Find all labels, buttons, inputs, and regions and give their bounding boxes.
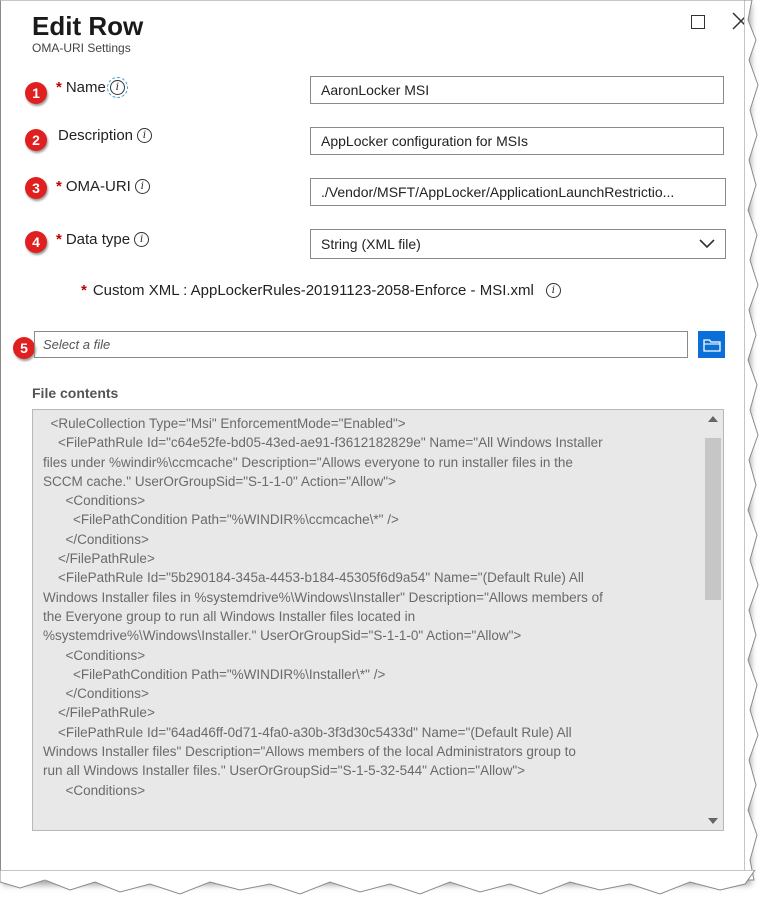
required-marker: *	[56, 79, 62, 96]
browse-file-button[interactable]	[698, 331, 725, 358]
data-type-label-row: * Data type i	[56, 231, 150, 248]
required-marker: *	[56, 178, 62, 195]
description-label: Description	[58, 127, 134, 144]
torn-edge-decoration	[744, 0, 759, 881]
oma-uri-label: OMA-URI	[65, 178, 131, 195]
data-type-label: Data type	[65, 231, 131, 248]
page-subtitle: OMA-URI Settings	[32, 41, 131, 55]
name-input[interactable]: AaronLocker MSI	[310, 76, 724, 104]
chevron-down-icon	[699, 239, 715, 249]
folder-icon	[702, 338, 721, 352]
scroll-down-icon[interactable]	[708, 818, 718, 824]
data-type-select[interactable]: String (XML file)	[310, 229, 726, 259]
custom-xml-label-row: * Custom XML : AppLockerRules-20191123-2…	[81, 282, 561, 299]
step-badge-3: 3	[25, 177, 47, 199]
file-select-input[interactable]: Select a file	[34, 331, 688, 358]
data-type-value: String (XML file)	[321, 236, 421, 252]
scrollbar-thumb[interactable]	[705, 438, 721, 600]
step-badge-2: 2	[25, 129, 47, 151]
scroll-up-icon[interactable]	[708, 416, 718, 422]
file-contents-textarea[interactable]: <RuleCollection Type="Msi" EnforcementMo…	[32, 409, 724, 831]
maximize-icon[interactable]	[691, 15, 705, 29]
info-icon[interactable]: i	[137, 128, 153, 143]
required-marker: *	[56, 231, 62, 248]
file-select-placeholder: Select a file	[43, 337, 111, 352]
required-marker: *	[81, 282, 87, 299]
oma-uri-input[interactable]: ./Vendor/MSFT/AppLocker/ApplicationLaunc…	[310, 178, 726, 206]
custom-xml-label: Custom XML : AppLockerRules-20191123-205…	[92, 282, 534, 299]
file-contents-label: File contents	[32, 385, 119, 401]
oma-uri-label-row: * OMA-URI i	[56, 178, 150, 195]
info-icon[interactable]: i	[545, 283, 561, 298]
name-label-row: * Name i	[56, 77, 128, 98]
info-icon[interactable]: i	[106, 77, 128, 98]
description-input[interactable]: AppLocker configuration for MSIs	[310, 127, 724, 155]
scrollbar[interactable]	[705, 410, 723, 830]
page-title: Edit Row	[32, 11, 144, 41]
torn-edge-decoration	[0, 870, 756, 895]
step-badge-1: 1	[25, 82, 47, 104]
edit-row-panel: Edit Row OMA-URI Settings 1 * Name i Aar…	[0, 0, 750, 881]
name-label: Name	[65, 79, 106, 96]
info-icon[interactable]: i	[134, 179, 150, 194]
step-badge-5: 5	[13, 337, 35, 359]
step-badge-4: 4	[25, 231, 47, 253]
description-label-row: Description i	[58, 127, 153, 144]
info-icon[interactable]: i	[134, 232, 150, 247]
file-contents-text: <RuleCollection Type="Msi" EnforcementMo…	[43, 416, 603, 798]
